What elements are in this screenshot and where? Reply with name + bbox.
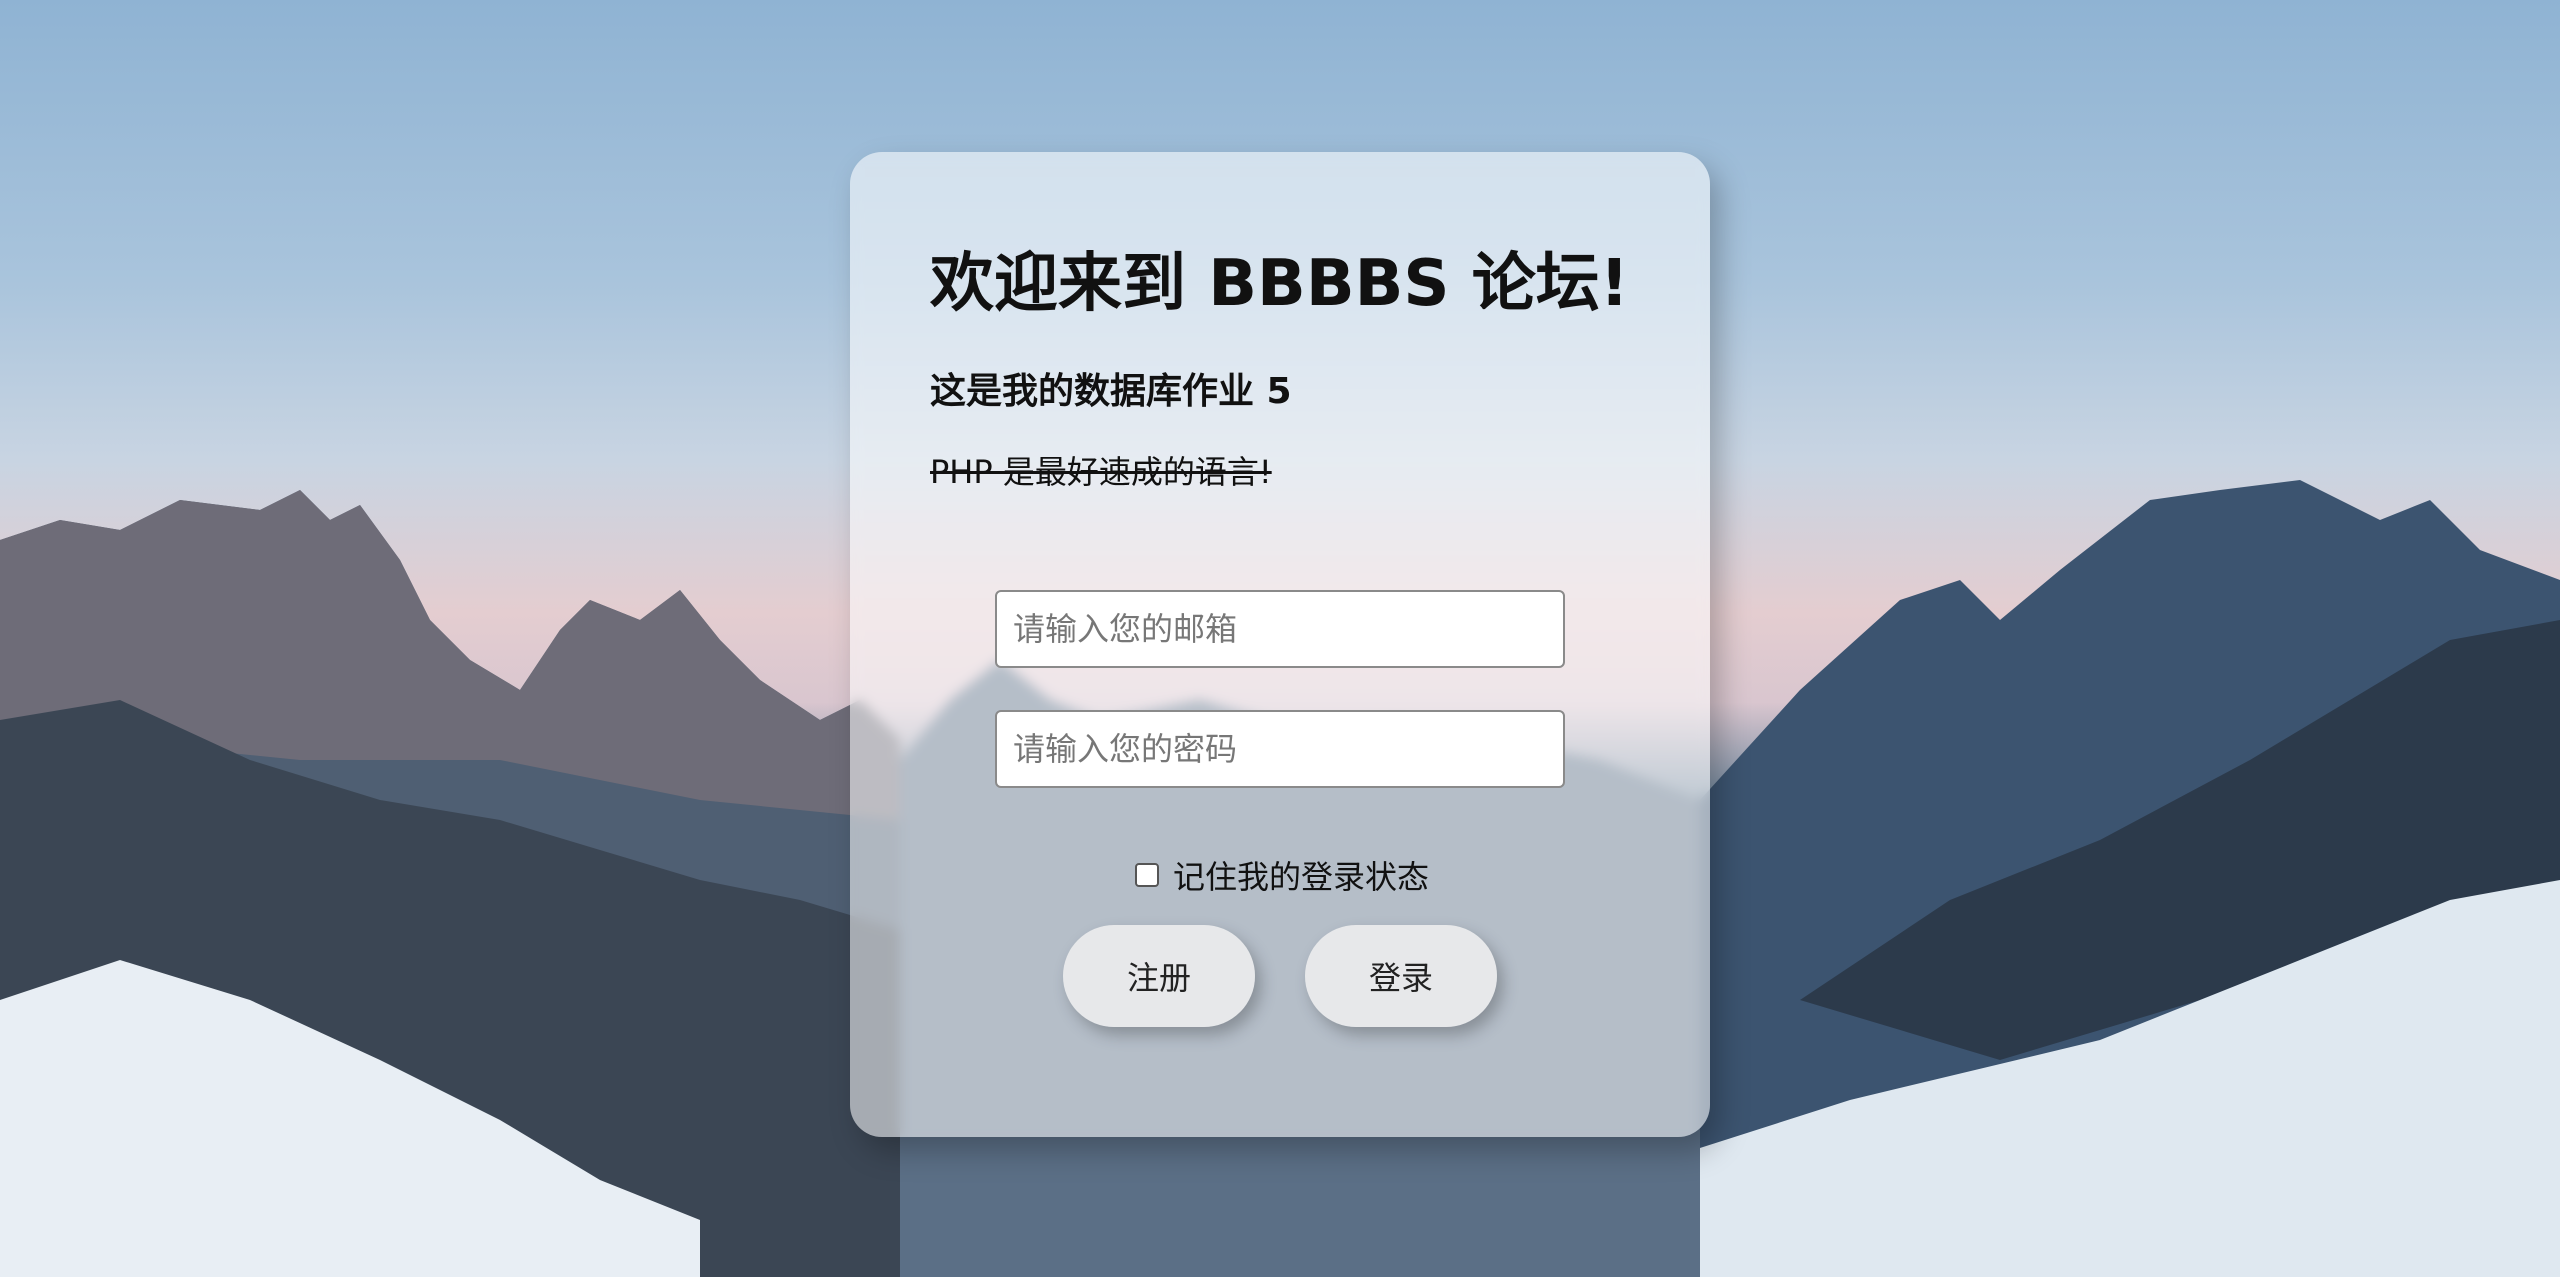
password-field[interactable] (995, 710, 1565, 788)
strikethrough-tagline: PHP 是最好速成的语言! (930, 453, 1272, 491)
remember-me-option[interactable]: 记住我的登录状态 (1135, 852, 1429, 898)
page-title: 欢迎来到 BBBBS 论坛! (930, 247, 1629, 321)
email-field[interactable] (995, 590, 1565, 668)
register-button[interactable]: 注册 (1063, 925, 1255, 1027)
page-subtitle: 这是我的数据库作业 5 (930, 371, 1292, 412)
login-card: 欢迎来到 BBBBS 论坛! 这是我的数据库作业 5 PHP 是最好速成的语言!… (850, 152, 1710, 1137)
remember-me-label: 记住我的登录状态 (1173, 858, 1430, 896)
remember-me-checkbox[interactable] (1135, 863, 1159, 887)
login-button[interactable]: 登录 (1305, 925, 1497, 1027)
